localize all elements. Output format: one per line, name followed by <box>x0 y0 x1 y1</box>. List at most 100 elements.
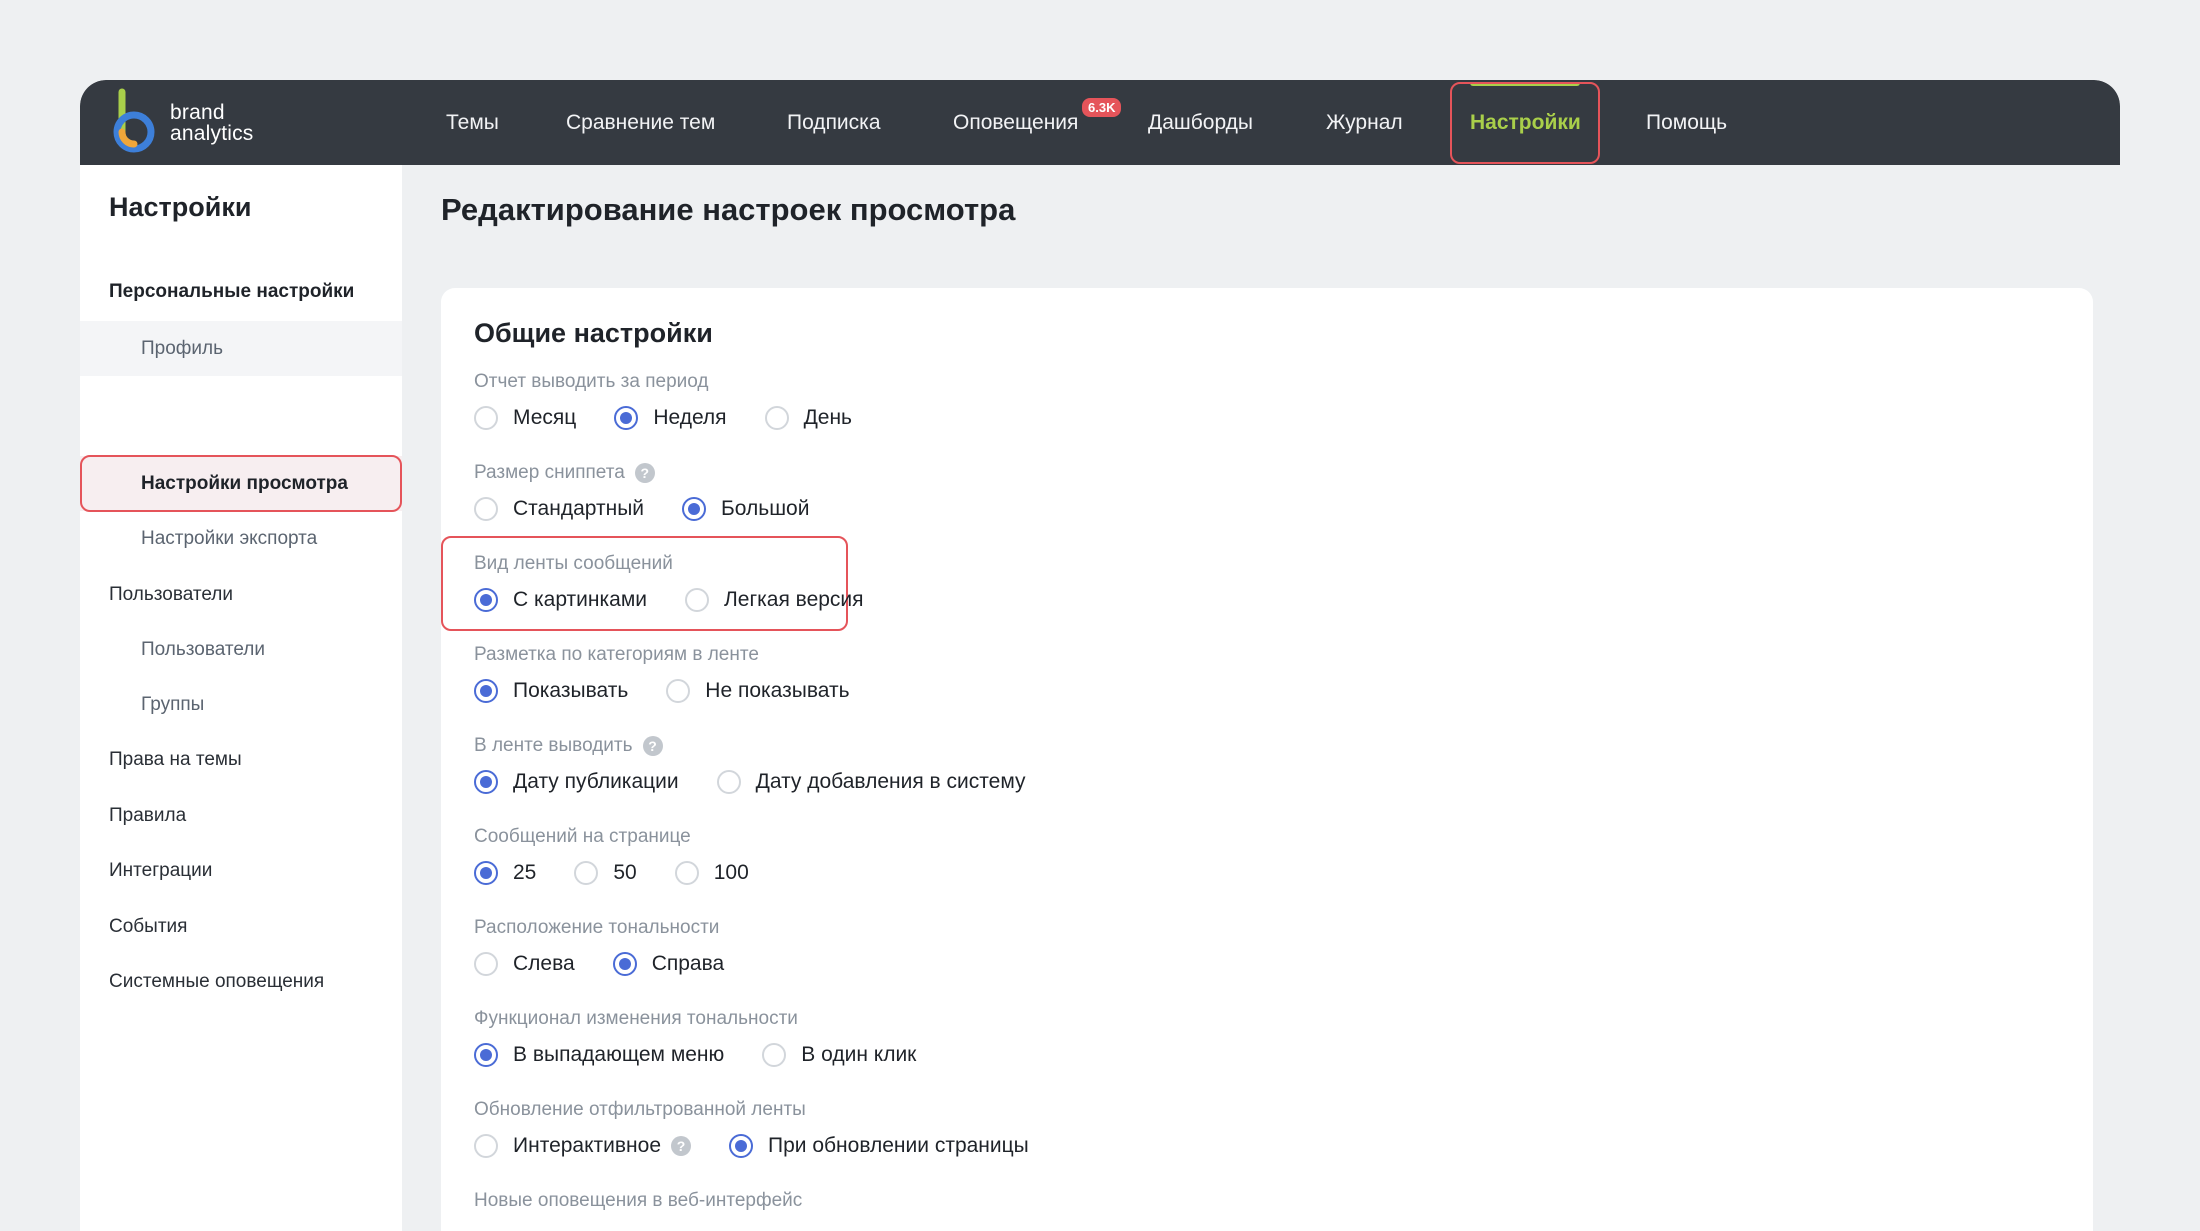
radio-option-one-click[interactable]: В один клик <box>762 1043 916 1067</box>
setting-feed-date: В ленте выводить ? Дату публикации Дату … <box>474 732 1064 800</box>
setting-messages-per-page: Сообщений на странице 25 50 100 <box>474 823 787 891</box>
sidebar-item-users[interactable]: Пользователи <box>80 622 402 677</box>
radio-group: Дату публикации Дату добавления в систем… <box>474 764 1064 800</box>
radio-option-day[interactable]: День <box>764 406 852 430</box>
radio-option-light-version[interactable]: Легкая версия <box>685 588 864 612</box>
radio-option-week[interactable]: Неделя <box>614 406 727 430</box>
radio-label: Легкая версия <box>724 588 864 611</box>
general-settings-card: Общие настройки Отчет выводить за период… <box>441 288 2093 1231</box>
radio-label: Месяц <box>513 406 577 429</box>
setting-label: Сообщений на странице <box>474 826 691 847</box>
radio-option-with-images[interactable]: С картинками <box>474 588 647 612</box>
help-icon[interactable]: ? <box>642 736 663 756</box>
help-icon[interactable]: ? <box>671 1136 691 1156</box>
setting-snippet-size: Размер сниппета ? Стандартный Большой <box>474 459 847 527</box>
sidebar-item-groups[interactable]: Группы <box>80 677 402 732</box>
radio-button[interactable] <box>764 406 789 430</box>
nav-item-dashboards[interactable]: Дашборды <box>1148 80 1253 165</box>
nav-item-alerts[interactable]: Оповещения <box>953 80 1078 165</box>
radio-option-standard[interactable]: Стандартный <box>474 497 644 521</box>
radio-option-dropdown[interactable]: В выпадающем меню <box>474 1043 724 1067</box>
radio-group: Показывать Не показывать <box>474 673 888 709</box>
brand-logo[interactable]: brand analytics <box>108 80 254 165</box>
radio-option-left[interactable]: Слева <box>474 952 575 976</box>
radio-option-added-date[interactable]: Дату добавления в систему <box>716 770 1026 794</box>
radio-button-selected[interactable] <box>612 952 637 976</box>
sidebar-title: Настройки <box>109 192 252 222</box>
radio-button[interactable] <box>474 497 498 521</box>
sidebar-item-export-settings[interactable]: Настройки экспорта <box>80 511 402 566</box>
radio-button[interactable] <box>674 861 699 885</box>
setting-web-alerts: Новые оповещения в веб-интерфейс <box>474 1187 802 1215</box>
nav-item-help[interactable]: Помощь <box>1646 80 1727 165</box>
setting-label: Обновление отфильтрованной ленты <box>474 1099 806 1120</box>
setting-label: Отчет выводить за период <box>474 371 709 392</box>
radio-group: Месяц Неделя День <box>474 400 890 436</box>
setting-label-row: Размер сниппета ? <box>474 459 847 487</box>
nav-item-subscription[interactable]: Подписка <box>787 80 881 165</box>
sidebar-item-profile[interactable]: Профиль <box>80 321 402 376</box>
sidebar-item-rules[interactable]: Правила <box>80 788 402 843</box>
radio-button-selected[interactable] <box>682 497 707 521</box>
radio-label: 100 <box>713 861 749 884</box>
radio-label: В один клик <box>801 1043 917 1066</box>
radio-button-selected[interactable] <box>474 588 498 612</box>
setting-label: В ленте выводить <box>474 735 633 756</box>
radio-button-selected[interactable] <box>474 861 498 885</box>
page-title: Редактирование настроек просмотра <box>441 192 1016 227</box>
radio-option-month[interactable]: Месяц <box>474 406 576 430</box>
radio-label: Не показывать <box>705 679 850 702</box>
radio-option-show[interactable]: Показывать <box>474 679 628 703</box>
radio-button-selected[interactable] <box>729 1134 753 1158</box>
radio-option-50[interactable]: 50 <box>574 861 637 885</box>
radio-option-interactive[interactable]: Интерактивное ? <box>474 1134 691 1158</box>
radio-option-100[interactable]: 100 <box>674 861 749 885</box>
radio-label: Слева <box>513 952 575 975</box>
nav-item-topic-compare[interactable]: Сравнение тем <box>566 80 715 165</box>
radio-option-large[interactable]: Большой <box>682 497 809 521</box>
radio-option-on-page-refresh[interactable]: При обновлении страницы <box>729 1134 1029 1158</box>
radio-button[interactable] <box>685 588 709 612</box>
radio-button[interactable] <box>762 1043 787 1067</box>
radio-option-right[interactable]: Справа <box>612 952 725 976</box>
setting-report-period: Отчет выводить за период Месяц Неделя Де… <box>474 368 890 436</box>
sidebar-selected-highlight <box>80 455 402 512</box>
setting-sentiment-change: Функционал изменения тональности В выпад… <box>474 1005 954 1073</box>
radio-button[interactable] <box>474 1134 498 1158</box>
radio-button[interactable] <box>574 861 599 885</box>
help-icon[interactable]: ? <box>634 463 655 483</box>
radio-label: Дату публикации <box>513 770 679 793</box>
sidebar-item-personal-settings[interactable]: Персональные настройки <box>80 264 402 319</box>
radio-group: Стандартный Большой <box>474 491 847 527</box>
radio-option-hide[interactable]: Не показывать <box>666 679 850 703</box>
radio-button-selected[interactable] <box>474 679 498 703</box>
setting-feed-view: Вид ленты сообщений С картинками Легкая … <box>474 550 902 618</box>
radio-label: Интерактивное <box>513 1134 661 1157</box>
sidebar-item-users-section[interactable]: Пользователи <box>80 567 402 622</box>
radio-label: 50 <box>613 861 637 884</box>
sidebar-item-system-alerts[interactable]: Системные оповещения <box>80 954 402 1009</box>
radio-option-publication-date[interactable]: Дату публикации <box>474 770 679 794</box>
radio-button-selected[interactable] <box>474 770 498 794</box>
brand-wordmark-line2: analytics <box>170 121 254 145</box>
setting-label: Расположение тональности <box>474 917 720 938</box>
radio-button[interactable] <box>666 679 691 703</box>
sidebar-item-events[interactable]: События <box>80 899 402 954</box>
radio-button[interactable] <box>474 952 498 976</box>
sidebar-item-integrations[interactable]: Интеграции <box>80 843 402 898</box>
radio-label: При обновлении страницы <box>768 1134 1029 1157</box>
nav-item-topics[interactable]: Темы <box>446 80 499 165</box>
nav-item-journal[interactable]: Журнал <box>1326 80 1403 165</box>
sidebar-item-topic-rights[interactable]: Права на темы <box>80 732 402 787</box>
radio-button[interactable] <box>716 770 741 794</box>
radio-button[interactable] <box>474 406 498 430</box>
radio-label: Большой <box>721 497 810 520</box>
radio-label: В выпадающем меню <box>513 1043 725 1066</box>
radio-button-selected[interactable] <box>474 1043 498 1067</box>
radio-option-25[interactable]: 25 <box>474 861 536 885</box>
radio-group: В выпадающем меню В один клик <box>474 1037 954 1073</box>
radio-button-selected[interactable] <box>614 406 639 430</box>
radio-group: Слева Справа <box>474 946 762 982</box>
setting-label-row: В ленте выводить ? <box>474 732 1064 760</box>
radio-label: Справа <box>651 952 725 975</box>
